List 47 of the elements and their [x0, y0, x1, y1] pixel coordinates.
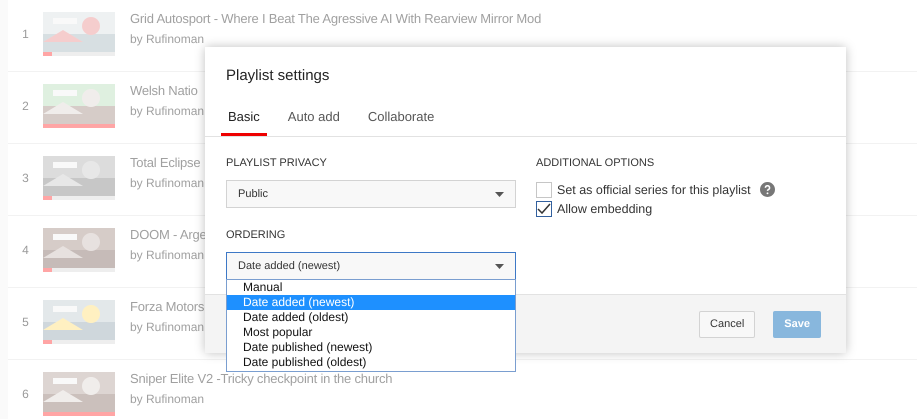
- tab[interactable]: Auto add: [280, 103, 347, 136]
- section-label: ADDITIONAL OPTIONS: [536, 157, 656, 171]
- caret-icon: [495, 264, 504, 268]
- video-index: 5: [21, 314, 30, 329]
- checkbox[interactable]: [536, 200, 552, 216]
- video-title[interactable]: Grid Autosport - Where I Beat The Agressive AI With Rearview Mirror Mod: [130, 11, 542, 26]
- video-index: 4: [21, 242, 30, 257]
- cancel-button[interactable]: Cancel: [699, 310, 756, 338]
- video-index: 6: [21, 386, 30, 401]
- tab[interactable]: Basic: [221, 103, 267, 136]
- dropdown-option[interactable]: Most popular: [227, 325, 515, 340]
- watch-progress-bar: [43, 124, 115, 128]
- privacy-dropdown[interactable]: Public: [226, 180, 516, 208]
- video-title[interactable]: DOOM - Arge: [130, 227, 207, 242]
- dropdown-option[interactable]: Manual: [227, 280, 515, 295]
- channel-name[interactable]: by Rufinoman: [130, 104, 204, 118]
- video-title[interactable]: Sniper Elite V2 -Tricky checkpoint in the church: [130, 371, 392, 386]
- watch-progress-bar: [43, 268, 115, 272]
- video-index: 1: [21, 26, 30, 41]
- tab[interactable]: Collaborate: [360, 103, 442, 136]
- dropdown-option[interactable]: Date published (newest): [227, 340, 515, 355]
- watch-progress-bar: [43, 340, 115, 344]
- dialog-title: Playlist settings: [225, 66, 330, 86]
- video-title[interactable]: Forza Motors: [130, 299, 204, 314]
- channel-name[interactable]: by Rufinoman: [130, 32, 542, 46]
- checkbox-label[interactable]: Set as official series for this playlist: [557, 182, 751, 196]
- channel-name[interactable]: by Rufinoman: [130, 320, 204, 334]
- dropdown-option[interactable]: Date added (newest): [227, 295, 515, 310]
- watch-progress-bar: [43, 196, 115, 200]
- video-title[interactable]: Welsh Natio: [130, 83, 204, 98]
- channel-name[interactable]: by Rufinoman: [130, 392, 392, 406]
- checkbox-label[interactable]: Allow embedding: [557, 202, 652, 216]
- watch-progress-bar: [43, 412, 115, 416]
- video-index: 2: [21, 98, 30, 113]
- checkbox[interactable]: [536, 182, 552, 198]
- ordering-dropdown[interactable]: Date added (newest): [226, 252, 516, 280]
- channel-name[interactable]: by Rufinoman: [130, 248, 207, 262]
- section-label: ORDERING: [226, 229, 286, 243]
- video-index: 3: [21, 170, 30, 185]
- section-label: PLAYLIST PRIVACY: [226, 157, 328, 171]
- watch-progress-bar: [43, 52, 115, 56]
- dropdown-option[interactable]: Date added (oldest): [227, 310, 515, 325]
- dropdown-option[interactable]: Date published (oldest): [227, 355, 515, 370]
- help-icon[interactable]: [760, 182, 775, 197]
- caret-icon: [495, 192, 504, 196]
- video-title[interactable]: Total Eclipse: [130, 155, 204, 170]
- channel-name[interactable]: by Rufinoman: [130, 176, 204, 190]
